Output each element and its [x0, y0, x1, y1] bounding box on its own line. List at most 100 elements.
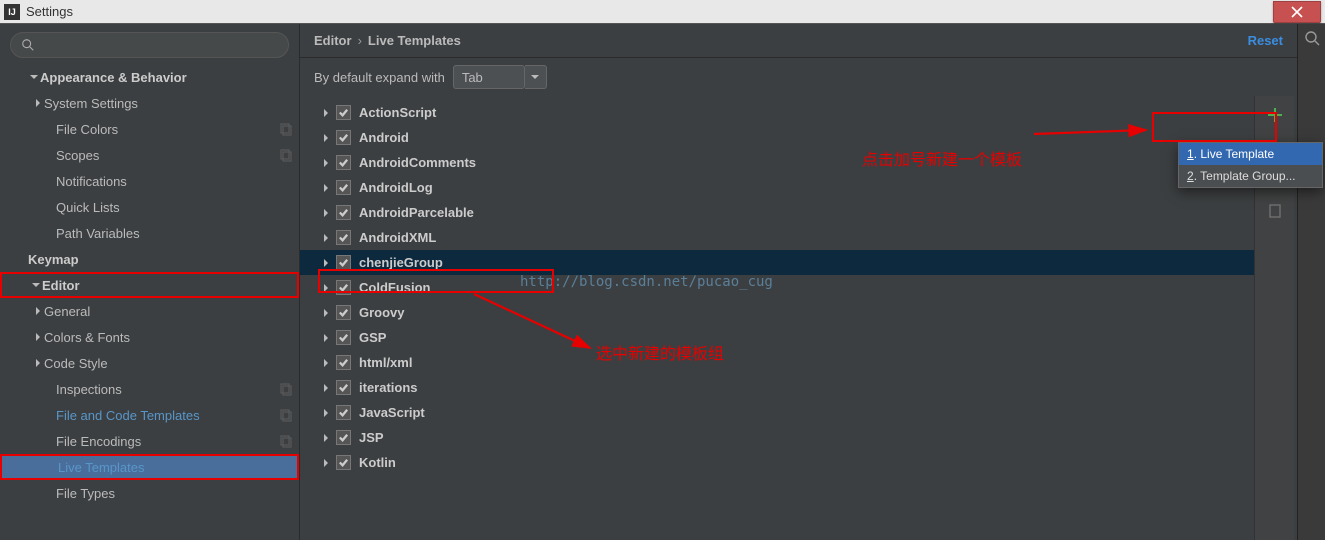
template-checkbox[interactable]	[336, 255, 351, 270]
expand-arrow-icon[interactable]	[320, 232, 332, 244]
template-checkbox[interactable]	[336, 380, 351, 395]
template-checkbox[interactable]	[336, 105, 351, 120]
sidebar-item-file-types[interactable]: File Types	[0, 480, 299, 506]
template-group-row[interactable]: JSP	[300, 425, 1254, 450]
template-group-name: JSP	[359, 430, 384, 445]
sidebar-item-code-style[interactable]: Code Style	[0, 350, 299, 376]
sidebar-item-general[interactable]: General	[0, 298, 299, 324]
template-group-row[interactable]: html/xml	[300, 350, 1254, 375]
content-pane: Editor › Live Templates Reset By default…	[300, 24, 1297, 540]
template-group-name: AndroidParcelable	[359, 205, 474, 220]
popup-item[interactable]: 1. Live Template	[1179, 143, 1322, 165]
template-group-row[interactable]: ActionScript	[300, 100, 1254, 125]
sidebar-item-appearance[interactable]: Appearance & Behavior	[0, 64, 299, 90]
sidebar-item-label: Appearance & Behavior	[40, 70, 293, 85]
sidebar-item-label: Inspections	[56, 382, 279, 397]
template-checkbox[interactable]	[336, 230, 351, 245]
right-gutter	[1297, 24, 1325, 540]
search-icon	[21, 38, 35, 52]
template-group-row[interactable]: Kotlin	[300, 450, 1254, 475]
template-group-row[interactable]: AndroidParcelable	[300, 200, 1254, 225]
template-checkbox[interactable]	[336, 405, 351, 420]
popup-item[interactable]: 2. Template Group...	[1179, 165, 1322, 187]
sidebar-item-path-variables[interactable]: Path Variables	[0, 220, 299, 246]
expand-arrow-icon[interactable]	[320, 457, 332, 469]
sidebar-item-label: File Encodings	[56, 434, 279, 449]
expand-arrow-icon[interactable]	[320, 207, 332, 219]
expand-arrow-icon[interactable]	[320, 357, 332, 369]
sidebar-item-colors-fonts[interactable]: Colors & Fonts	[0, 324, 299, 350]
search-input[interactable]	[10, 32, 289, 58]
sidebar-item-file-encodings[interactable]: File Encodings	[0, 428, 299, 454]
expand-label: By default expand with	[314, 70, 445, 85]
expand-arrow-icon[interactable]	[320, 332, 332, 344]
template-group-name: GSP	[359, 330, 386, 345]
expand-arrow-icon[interactable]	[320, 107, 332, 119]
template-checkbox[interactable]	[336, 180, 351, 195]
reset-link[interactable]: Reset	[1248, 33, 1283, 48]
sidebar-item-editor[interactable]: Editor	[0, 272, 299, 298]
scope-icon	[279, 434, 293, 448]
expand-arrow-icon[interactable]	[320, 382, 332, 394]
expand-arrow-icon[interactable]	[320, 157, 332, 169]
template-group-name: AndroidXML	[359, 230, 436, 245]
sidebar: Appearance & Behavior System Settings File…	[0, 24, 300, 540]
expand-arrow-icon	[32, 97, 44, 109]
duplicate-button[interactable]	[1266, 202, 1284, 220]
expand-select[interactable]: Tab	[453, 65, 525, 89]
template-checkbox[interactable]	[336, 455, 351, 470]
sidebar-item-label: Colors & Fonts	[44, 330, 293, 345]
template-checkbox[interactable]	[336, 330, 351, 345]
sidebar-item-file-code-templates[interactable]: File and Code Templates	[0, 402, 299, 428]
sidebar-item-keymap[interactable]: Keymap	[0, 246, 299, 272]
template-group-name: AndroidLog	[359, 180, 433, 195]
sidebar-item-live-templates[interactable]: Live Templates	[0, 454, 299, 480]
template-group-row[interactable]: ColdFusion	[300, 275, 1254, 300]
add-button[interactable]	[1266, 106, 1284, 124]
close-button[interactable]	[1273, 1, 1321, 23]
sidebar-item-inspections[interactable]: Inspections	[0, 376, 299, 402]
sidebar-item-quick-lists[interactable]: Quick Lists	[0, 194, 299, 220]
sidebar-item-scopes[interactable]: Scopes	[0, 142, 299, 168]
search-icon[interactable]	[1304, 30, 1320, 46]
template-group-row[interactable]: AndroidComments	[300, 150, 1254, 175]
sidebar-item-system-settings[interactable]: System Settings	[0, 90, 299, 116]
template-group-row[interactable]: AndroidXML	[300, 225, 1254, 250]
template-checkbox[interactable]	[336, 280, 351, 295]
template-checkbox[interactable]	[336, 205, 351, 220]
expand-arrow-icon[interactable]	[320, 307, 332, 319]
expand-arrow-icon	[28, 71, 40, 83]
expand-arrow-icon[interactable]	[320, 407, 332, 419]
sidebar-item-file-colors[interactable]: File Colors	[0, 116, 299, 142]
template-checkbox[interactable]	[336, 305, 351, 320]
breadcrumb-editor[interactable]: Editor	[314, 33, 352, 48]
sidebar-item-label: System Settings	[44, 96, 293, 111]
scope-icon	[279, 382, 293, 396]
expand-arrow-icon[interactable]	[320, 257, 332, 269]
template-group-list[interactable]: ActionScriptAndroidAndroidComments Androi…	[300, 96, 1254, 540]
template-group-row[interactable]: AndroidLog	[300, 175, 1254, 200]
scope-icon	[279, 148, 293, 162]
scope-icon	[279, 122, 293, 136]
expand-arrow-icon[interactable]	[320, 182, 332, 194]
template-group-row[interactable]: Groovy	[300, 300, 1254, 325]
template-group-row[interactable]: iterations	[300, 375, 1254, 400]
template-group-row[interactable]: JavaScript	[300, 400, 1254, 425]
template-group-row[interactable]: GSP	[300, 325, 1254, 350]
template-group-row[interactable]: chenjieGroup	[300, 250, 1254, 275]
expand-arrow-icon[interactable]	[320, 282, 332, 294]
expand-arrow-icon[interactable]	[320, 432, 332, 444]
template-checkbox[interactable]	[336, 430, 351, 445]
expand-with-row: By default expand with Tab	[300, 58, 1297, 96]
expand-arrow-icon	[32, 331, 44, 343]
template-checkbox[interactable]	[336, 130, 351, 145]
sidebar-item-notifications[interactable]: Notifications	[0, 168, 299, 194]
template-checkbox[interactable]	[336, 155, 351, 170]
template-group-row[interactable]: Android	[300, 125, 1254, 150]
breadcrumb-live-templates: Live Templates	[368, 33, 461, 48]
sidebar-item-label: Keymap	[28, 252, 293, 267]
expand-select-arrow[interactable]	[525, 65, 547, 89]
sidebar-item-label: Code Style	[44, 356, 293, 371]
expand-arrow-icon[interactable]	[320, 132, 332, 144]
template-checkbox[interactable]	[336, 355, 351, 370]
